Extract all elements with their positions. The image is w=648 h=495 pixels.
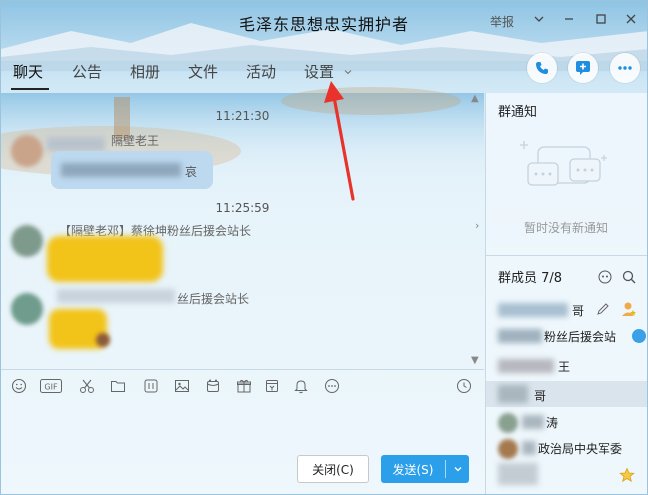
bell-icon[interactable] (292, 377, 310, 395)
add-share-icon[interactable] (568, 53, 598, 83)
blurred-message-bubble[interactable] (47, 236, 163, 282)
empty-notice-illustration-icon (520, 141, 607, 186)
blurred-member-name (522, 441, 536, 455)
tab-settings-label: 设置 (304, 63, 335, 81)
chevron-down-icon[interactable] (527, 7, 551, 31)
history-clock-icon[interactable] (455, 377, 473, 395)
member-list-item[interactable]: 涛 (486, 409, 647, 435)
svg-text:GIF: GIF (44, 383, 58, 392)
member-name: 涛 (546, 416, 559, 430)
scissors-icon[interactable] (78, 377, 96, 395)
red-packet-icon[interactable] (204, 377, 222, 395)
tab-album[interactable]: 相册 (130, 61, 160, 82)
member-list-item[interactable]: 哥 (486, 297, 647, 323)
message-input[interactable] (1, 401, 484, 453)
active-tab-indicator (11, 88, 49, 90)
tab-bar: 聊天 公告 相册 文件 活动 设置 (1, 53, 471, 93)
more-circle-icon[interactable] (323, 377, 341, 395)
member-name: 哥 (572, 304, 585, 318)
avatar[interactable] (11, 225, 43, 257)
avatar[interactable] (11, 135, 43, 167)
expand-panel-chevron-icon[interactable]: › (475, 219, 485, 239)
tab-settings[interactable]: 设置 (304, 61, 353, 82)
send-button[interactable]: 发送(S) (381, 455, 469, 483)
scroll-down-arrow-icon[interactable]: ▼ (471, 355, 479, 366)
owner-badge-icon (620, 300, 638, 321)
tab-announcement[interactable]: 公告 (72, 61, 102, 82)
image-icon[interactable] (173, 377, 191, 395)
edit-icon[interactable] (596, 302, 610, 319)
star-icon[interactable] (619, 467, 635, 486)
shop-icon[interactable] (263, 377, 281, 395)
message-timestamp: 11:25:59 (215, 201, 270, 215)
folder-icon[interactable] (109, 377, 127, 395)
blurred-member-name (498, 463, 538, 485)
more-icon[interactable] (610, 53, 640, 83)
close-icon[interactable] (619, 7, 643, 31)
admin-badge-icon (632, 329, 646, 343)
member-list-item-selected[interactable]: 哥 (486, 381, 647, 407)
maximize-icon[interactable] (589, 7, 613, 31)
input-divider (1, 369, 484, 370)
sticker-icon[interactable] (142, 377, 160, 395)
group-notice-title: 群通知 (498, 105, 538, 120)
emoji-icon[interactable] (10, 377, 28, 395)
tab-files[interactable]: 文件 (188, 61, 218, 82)
small-avatar (96, 333, 110, 347)
report-link[interactable]: 举报 (490, 13, 514, 30)
avatar[interactable] (11, 293, 43, 325)
member-name: 粉丝后援会站 (544, 330, 617, 344)
member-name: 政治局中央军委 (538, 442, 623, 456)
tab-activity[interactable]: 活动 (246, 61, 276, 82)
member-name: 王 (558, 360, 571, 374)
phone-icon[interactable] (527, 53, 557, 83)
input-toolbar: GIF (1, 373, 484, 399)
chat-messages-area[interactable]: ▲ 11:21:30 隔壁老王 哀 11:25:59 【隔壁老邓】蔡徐坤粉丝后援… (1, 93, 484, 369)
group-chat-window: 毛泽东思想忠实拥护者 举报 聊天 公告 相册 文件 活动 设置 ▲ 11:21:… (0, 0, 648, 495)
member-list-item[interactable]: 王 (486, 353, 647, 379)
search-icon[interactable] (621, 269, 637, 285)
member-list-item[interactable]: 粉丝后援会站 (486, 323, 647, 349)
panel-divider (486, 255, 647, 256)
member-name: 哥 (534, 389, 547, 403)
group-side-panel: 群通知 暂时没有新通知 群成员 7/8 哥 粉丝后援会站 王 哥 涛 政治局中央… (485, 93, 647, 494)
member-list-item[interactable] (486, 461, 647, 487)
message-timestamp: 11:21:30 (215, 109, 270, 123)
chevron-down-icon[interactable] (446, 464, 469, 474)
member-settings-icon[interactable] (597, 269, 613, 285)
gif-icon[interactable]: GIF (40, 377, 62, 395)
sender-name: 丝后援会站长 (177, 292, 250, 306)
blurred-sender-name (57, 289, 175, 303)
tab-chat[interactable]: 聊天 (13, 61, 43, 82)
avatar (498, 439, 518, 459)
avatar (498, 413, 518, 433)
blurred-message-text (61, 163, 181, 177)
blurred-member-name (522, 415, 544, 429)
no-notice-text: 暂时没有新通知 (523, 221, 608, 235)
sender-name: 隔壁老王 (111, 134, 160, 148)
gift-icon[interactable] (235, 377, 253, 395)
send-button-label: 发送(S) (392, 462, 434, 477)
close-button[interactable]: 关闭(C) (297, 455, 369, 483)
blurred-member-name (498, 329, 542, 343)
member-list-item[interactable]: 政治局中央军委 (486, 435, 647, 461)
blurred-member-name (498, 303, 568, 317)
group-members-title: 群成员 7/8 (498, 271, 563, 286)
blurred-sender-name (47, 137, 105, 151)
minimize-icon[interactable] (557, 7, 581, 31)
scroll-up-arrow-icon[interactable]: ▲ (471, 93, 479, 104)
blurred-member-name (498, 385, 528, 403)
blurred-member-name (498, 359, 554, 373)
message-text-tail: 哀 (185, 165, 198, 179)
chevron-down-icon (344, 70, 352, 75)
title-bar: 毛泽东思想忠实拥护者 举报 (1, 1, 647, 41)
